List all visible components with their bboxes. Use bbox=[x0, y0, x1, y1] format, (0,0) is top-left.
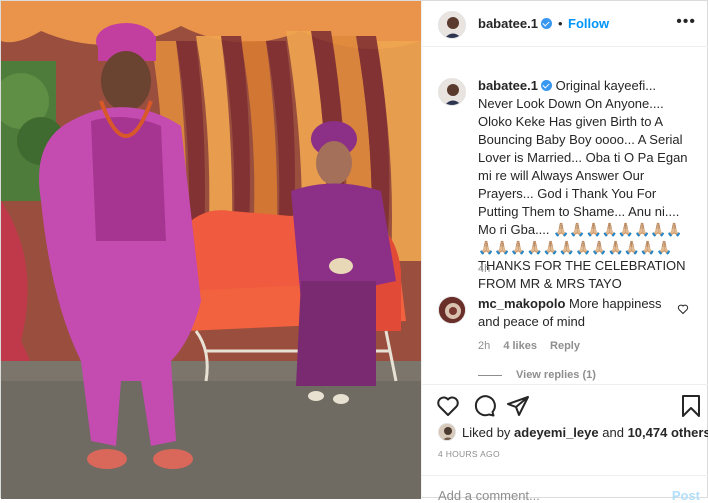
post-header: babatee.1 • Follow ••• bbox=[422, 1, 708, 47]
likes-prefix: Liked by bbox=[462, 425, 511, 440]
liker-avatar[interactable] bbox=[438, 423, 456, 441]
comment-likes[interactable]: 4 likes bbox=[503, 340, 537, 352]
author-avatar-image bbox=[439, 12, 465, 38]
comment-icon[interactable] bbox=[472, 394, 496, 418]
comment-meta: 2h 4 likes Reply bbox=[478, 340, 590, 352]
post-frame: babatee.1 • Follow ••• babatee.1 Origina… bbox=[0, 0, 708, 503]
caption-text: babatee.1 Original kayeefi... Never Look… bbox=[478, 77, 692, 293]
verified-icon bbox=[540, 18, 552, 29]
author-username[interactable]: babatee.1 bbox=[478, 16, 552, 31]
share-icon[interactable] bbox=[506, 394, 530, 418]
likes-summary: Liked by adeyemi_leye and 10,474 others bbox=[438, 423, 708, 443]
caption-avatar-image bbox=[439, 79, 465, 105]
bookmark-icon[interactable] bbox=[680, 394, 702, 418]
add-comment-bar: Add a comment... Post bbox=[422, 475, 708, 503]
likes-middle: and bbox=[602, 425, 624, 440]
comment-time[interactable]: 2h bbox=[478, 340, 490, 352]
liker-avatar-image bbox=[439, 424, 455, 440]
caption-username[interactable]: babatee.1 bbox=[478, 78, 538, 93]
comments-section[interactable]: babatee.1 Original kayeefi... Never Look… bbox=[422, 48, 708, 383]
comment-username[interactable]: mc_makopolo bbox=[478, 296, 565, 311]
author-avatar[interactable] bbox=[438, 11, 466, 39]
post-side-panel: babatee.1 • Follow ••• babatee.1 Origina… bbox=[421, 1, 708, 503]
author-username-text[interactable]: babatee.1 bbox=[478, 16, 538, 31]
likes-count[interactable]: 10,474 others bbox=[628, 425, 708, 440]
liker-username[interactable]: adeyemi_leye bbox=[514, 425, 599, 440]
likes-text: Liked by adeyemi_leye and 10,474 others bbox=[462, 425, 708, 440]
commenter-avatar[interactable] bbox=[438, 296, 466, 324]
heart-icon[interactable] bbox=[436, 394, 460, 418]
comment-text: mc_makopolo More happiness and peace of … bbox=[478, 295, 678, 331]
comment-input[interactable]: Add a comment... bbox=[438, 488, 540, 503]
small-heart-icon[interactable] bbox=[677, 303, 689, 315]
post-timestamp[interactable]: 4 HOURS AGO bbox=[438, 449, 500, 459]
action-bar bbox=[422, 384, 708, 428]
header-separator: • bbox=[558, 16, 563, 31]
commenter-avatar-image bbox=[439, 297, 465, 323]
caption-time[interactable]: 4h bbox=[478, 263, 490, 275]
view-replies-button[interactable]: View replies (1) bbox=[478, 369, 596, 381]
comment-reply-button[interactable]: Reply bbox=[550, 340, 580, 352]
post-comment-button[interactable]: Post bbox=[672, 488, 700, 503]
post-photo-illustration bbox=[1, 1, 421, 499]
follow-button[interactable]: Follow bbox=[568, 16, 609, 31]
caption-avatar[interactable] bbox=[438, 78, 466, 106]
caption-body: Original kayeefi... Never Look Down On A… bbox=[478, 78, 688, 291]
post-photo[interactable] bbox=[1, 1, 421, 499]
verified-icon bbox=[540, 80, 552, 91]
more-icon[interactable]: ••• bbox=[676, 13, 696, 31]
